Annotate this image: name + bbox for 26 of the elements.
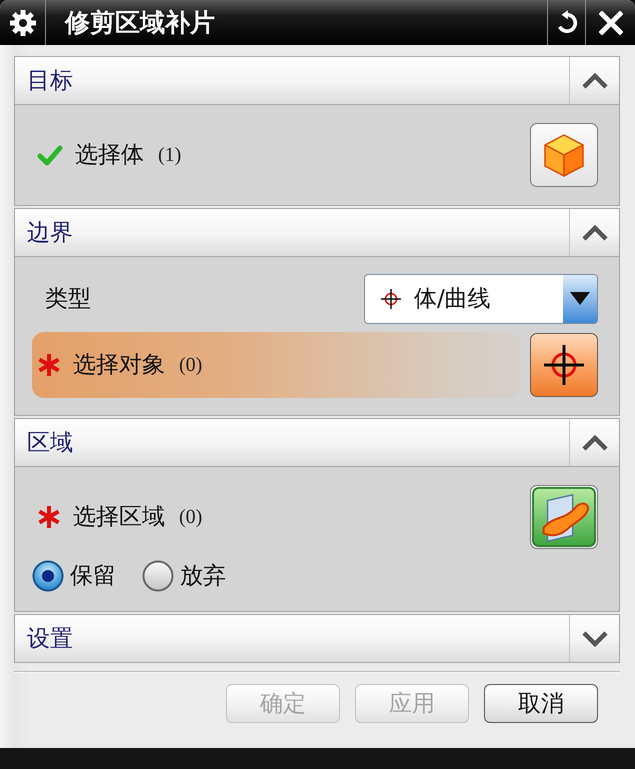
gear-icon[interactable] <box>8 8 36 36</box>
selection-label: 选择对象 <box>73 351 165 380</box>
selection-count: (1) <box>158 143 182 168</box>
radio-selected-icon[interactable] <box>32 560 64 592</box>
window-title: 修剪区域补片 <box>65 8 215 38</box>
radio-option[interactable]: 放弃 <box>142 560 226 592</box>
selection-label: 选择体 <box>75 141 144 170</box>
selection-count: (0) <box>179 353 202 378</box>
section-title[interactable]: 目标 <box>27 66 73 96</box>
radio-option[interactable]: 保留 <box>32 560 116 592</box>
selection-count: (0) <box>179 505 202 530</box>
region-icon <box>532 487 596 547</box>
selection-label: 选择区域 <box>73 503 165 532</box>
close-icon <box>598 10 622 34</box>
circular-arrow-icon <box>556 10 578 36</box>
field-label: 类型 <box>45 285 91 314</box>
type-dropdown[interactable]: 体/曲线 <box>364 274 598 324</box>
selection-button[interactable] <box>530 333 598 397</box>
crosshair-icon <box>542 343 586 387</box>
section-title[interactable]: 设置 <box>27 624 73 654</box>
section-title[interactable]: 边界 <box>27 218 73 248</box>
section-title[interactable]: 区域 <box>27 428 73 458</box>
selection-highlight[interactable]: 选择对象 (0) <box>32 332 520 398</box>
crosshair-icon <box>380 288 402 310</box>
radio-unselected-icon[interactable] <box>142 560 174 592</box>
dialog-button[interactable]: 取消 <box>484 684 598 723</box>
